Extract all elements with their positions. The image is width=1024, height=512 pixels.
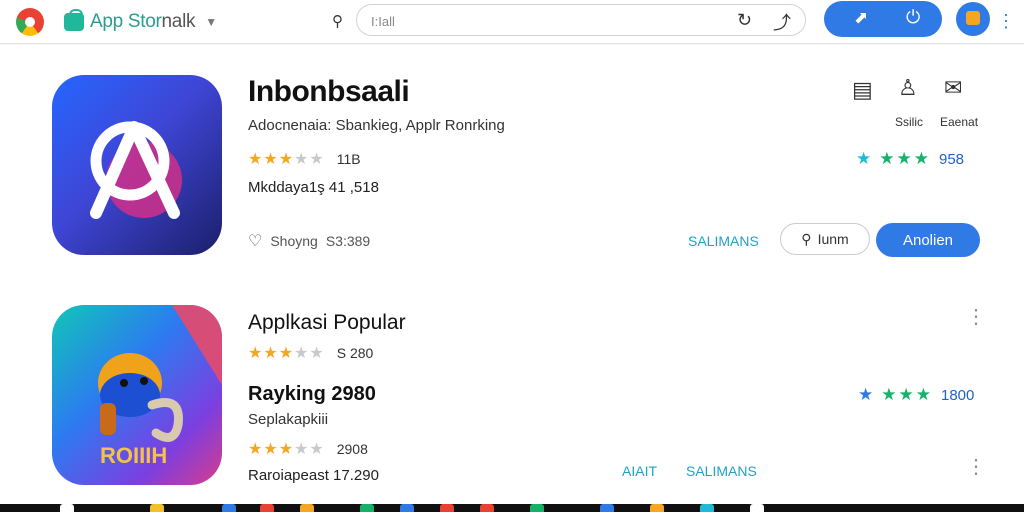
more-vert-icon[interactable]: ⋮ [996, 12, 1016, 32]
app-icon-8[interactable] [480, 504, 494, 512]
game-character-icon: ROIIIH [98, 305, 222, 468]
popular-section-title: Applkasi Popular [248, 311, 406, 334]
top-bar: App Stornalk ▼ ⚲ ↻ ⤴ ⬈ ⏻ ⋮ [0, 0, 1024, 44]
open-external-icon[interactable]: ⬈ [854, 8, 868, 28]
address-input[interactable] [371, 11, 701, 31]
search-button[interactable]: ⚲ Iunm [780, 223, 870, 255]
document-icon[interactable]: ▤ [852, 77, 873, 103]
star-icon: ★ [858, 385, 874, 404]
address-bar[interactable]: ↻ ⤴ [356, 4, 806, 36]
start-icon[interactable] [60, 504, 74, 512]
featured-right-rating-value: 958 [938, 150, 965, 168]
app-icon-2[interactable] [222, 504, 236, 512]
featured-app-icon[interactable] [52, 75, 222, 255]
action-label-share: Ssilic [895, 115, 924, 129]
store-bag-icon [64, 9, 84, 31]
search-icon: ⚲ [801, 230, 812, 247]
star-icon: ★ [856, 149, 872, 168]
heart-icon: ♡ [248, 233, 263, 250]
popular-link-a[interactable]: AIAIT [622, 463, 657, 479]
ranking-rating-value: 2908 [336, 441, 368, 457]
store-brand[interactable]: App Stornalk ▼ [64, 9, 217, 34]
app-icon-3[interactable] [260, 504, 274, 512]
browser-logo[interactable] [16, 8, 44, 36]
app-store-logo-icon [90, 121, 182, 219]
featured-likes[interactable]: ♡ Shoyng S3:389 [248, 231, 370, 251]
app-icon-12[interactable] [700, 504, 714, 512]
main-content: Inbonbsaali Adocnenaia: Sbankieg, Applr … [0, 45, 1024, 504]
app-icon-10[interactable] [600, 504, 614, 512]
app-icon-11[interactable] [650, 504, 664, 512]
taskbar [0, 504, 1024, 512]
pin-icon[interactable]: ⚲ [332, 12, 343, 30]
ranking-title: Rayking 2980 [248, 383, 376, 405]
popular-right-rating-value: 1800 [940, 386, 975, 404]
rating-stars-icon: ★★★★★ [248, 345, 325, 362]
popular-rating-value: S 280 [336, 345, 374, 361]
share-icon[interactable]: ⤴ [773, 9, 791, 35]
app-icon-9[interactable] [530, 504, 544, 512]
store-name: App Stornalk [90, 11, 196, 32]
likes-value: S3:389 [325, 233, 371, 249]
more-vert-icon[interactable]: ⋮ [966, 457, 986, 479]
chevron-down-icon[interactable]: ▼ [205, 15, 217, 29]
ranking-subtitle: Seplakapkiii [248, 411, 329, 428]
search-button-label: Iunm [817, 231, 849, 247]
featured-rating: ★★★★★ 11B [248, 149, 361, 169]
featured-rating-value: 11B [336, 151, 361, 167]
message-icon[interactable]: ✉ [944, 75, 962, 101]
user-icon[interactable]: ♙ [898, 75, 918, 101]
reload-icon[interactable]: ↻ [737, 10, 752, 31]
featured-link[interactable]: SALIMANS [688, 233, 759, 249]
action-label-report: Eaenat [940, 115, 979, 129]
popular-app-icon[interactable]: ROIIIH [52, 305, 222, 485]
profile-icon[interactable] [956, 2, 990, 36]
popular-right-rating: ★ ★★★ 1800 [858, 385, 974, 405]
likes-label: Shoyng [270, 233, 318, 249]
power-icon[interactable]: ⏻ [906, 7, 920, 28]
popular-meta: Raroiapeast 17.290 [248, 467, 379, 484]
popular-icon-label: ROIIIH [100, 443, 167, 468]
rating-stars-icon: ★★★★★ [248, 151, 325, 168]
featured-meta: Mkddaya1ş 41 ,518 [248, 179, 379, 196]
app-icon-13[interactable] [750, 504, 764, 512]
ranking-rating: ★★★★★ 2908 [248, 439, 368, 459]
featured-app-subtitle: Adocnenaia: Sbankieg, Applr Ronrking [248, 117, 505, 134]
app-icon-1[interactable] [150, 504, 164, 512]
app-icon-5[interactable] [360, 504, 374, 512]
popular-link-b[interactable]: SALIMANS [686, 463, 757, 479]
get-app-button[interactable]: Anolien [876, 223, 980, 257]
toolbar-pill: ⬈ ⏻ [824, 1, 942, 37]
rating-stars-icon: ★★★ [881, 385, 933, 404]
app-icon-7[interactable] [440, 504, 454, 512]
popular-rating: ★★★★★ S 280 [248, 343, 373, 363]
rating-stars-icon: ★★★★★ [248, 441, 325, 458]
app-icon-6[interactable] [400, 504, 414, 512]
app-icon-4[interactable] [300, 504, 314, 512]
more-vert-icon[interactable]: ⋮ [966, 307, 986, 329]
featured-app-title: Inbonbsaali [248, 75, 410, 108]
rating-stars-icon: ★★★ [879, 149, 931, 168]
featured-right-rating: ★ ★★★ 958 [856, 149, 964, 169]
